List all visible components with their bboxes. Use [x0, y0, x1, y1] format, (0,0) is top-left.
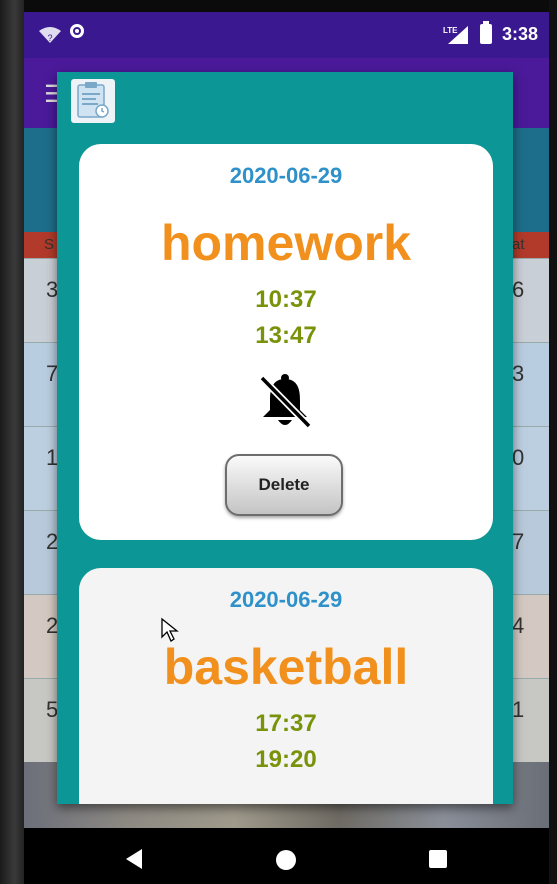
- day-number: 7: [512, 529, 525, 554]
- wifi-icon: ?: [39, 27, 61, 43]
- day-number: 1: [512, 697, 525, 722]
- navigation-bar: [24, 828, 549, 884]
- event-title: homework: [160, 215, 412, 271]
- svg-text:LTE: LTE: [443, 26, 458, 35]
- signal-icon: LTE: [443, 26, 468, 44]
- weekday-label: S: [44, 236, 55, 253]
- phone-bezel-right: [549, 0, 557, 884]
- record-icon: [70, 24, 84, 38]
- phone-bezel: [0, 0, 24, 884]
- event-card[interactable]: 2020-06-29 basketball 17:37 19:20: [79, 568, 493, 804]
- event-date: 2020-06-29: [229, 587, 343, 612]
- event-start-time: 10:37: [255, 286, 317, 313]
- weekday-label: at: [512, 236, 525, 253]
- back-icon[interactable]: [124, 848, 144, 870]
- day-number: 0: [512, 445, 525, 470]
- bell-off-icon[interactable]: [259, 372, 311, 430]
- event-end-time: 19:20: [255, 746, 317, 773]
- day-number: 3: [512, 361, 525, 386]
- status-bar: ? LTE 3:38: [24, 12, 549, 58]
- event-card[interactable]: 2020-06-29 homework 10:37 13:47 Delete: [79, 144, 493, 540]
- status-time: 3:38: [502, 24, 539, 44]
- recents-icon[interactable]: [429, 850, 447, 868]
- day-number: 6: [512, 277, 525, 302]
- day-number: 4: [512, 613, 525, 638]
- event-start-time: 17:37: [255, 710, 317, 737]
- schedule-app-icon: [71, 79, 115, 123]
- mouse-cursor-icon: [161, 617, 179, 642]
- event-end-time: 13:47: [255, 322, 317, 349]
- events-dialog: 2020-06-29 homework 10:37 13:47 Delete 2…: [57, 72, 513, 804]
- delete-button[interactable]: Delete: [225, 454, 343, 516]
- event-title: basketball: [163, 639, 409, 695]
- battery-icon: [480, 21, 492, 44]
- svg-text:?: ?: [47, 33, 52, 43]
- event-date: 2020-06-29: [229, 163, 343, 188]
- home-icon[interactable]: [276, 850, 296, 870]
